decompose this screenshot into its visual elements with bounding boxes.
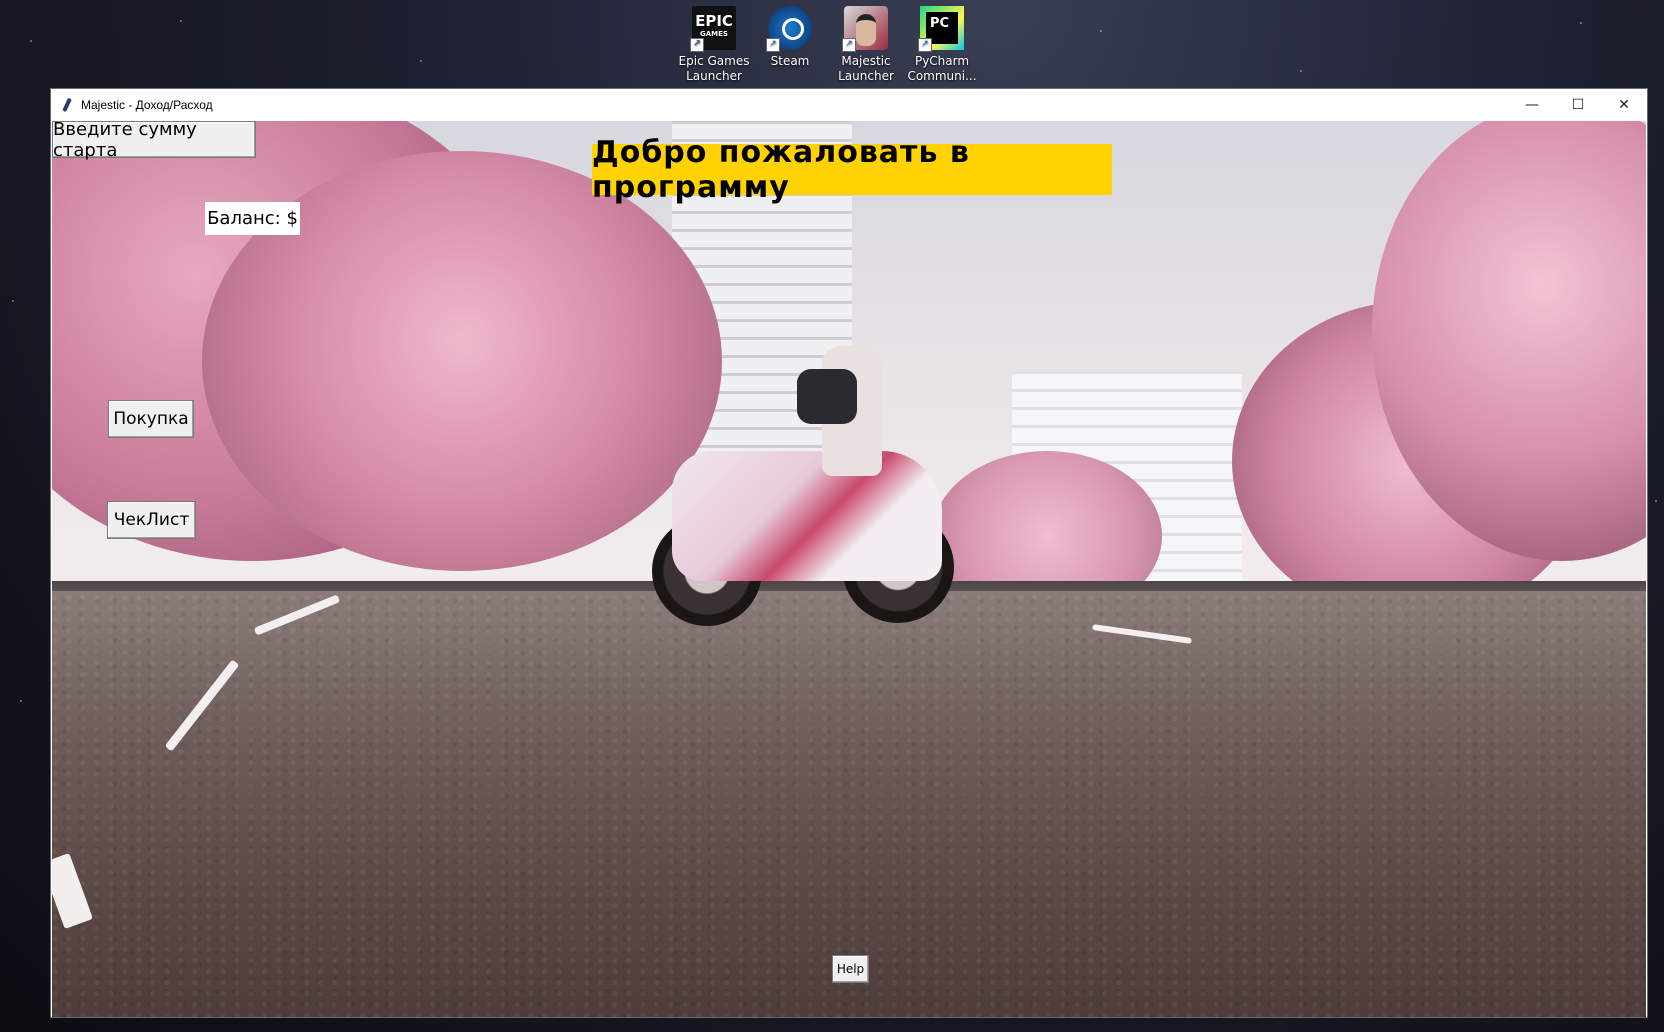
desktop-icon-pycharm[interactable]: PC ↗ PyCharm Communi...	[905, 6, 979, 84]
start-sum-button[interactable]: Введите сумму старта	[52, 121, 256, 161]
steam-icon: ↗	[766, 6, 812, 52]
desktop-icon-label: Communi...	[907, 69, 977, 83]
desktop-icon-label: Launcher	[686, 69, 742, 83]
checklist-button[interactable]: ЧекЛист	[107, 501, 196, 539]
window-title: Majestic - Доход/Расход	[81, 98, 213, 112]
desktop-icon-label: PyCharm	[914, 54, 970, 68]
scene-road	[52, 591, 1646, 1017]
maximize-button[interactable]: ☐	[1555, 89, 1601, 121]
shortcut-arrow-icon: ↗	[766, 38, 780, 52]
desktop-icon-steam[interactable]: ↗ Steam	[753, 6, 827, 69]
feather-icon	[61, 98, 73, 112]
desktop-icon-label: Launcher	[838, 69, 894, 83]
shortcut-arrow-icon: ↗	[918, 38, 932, 52]
desktop-icon-epic-games[interactable]: EPIC GAMES ↗ Epic Games Launcher	[677, 6, 751, 84]
majestic-launcher-icon: ↗	[842, 6, 888, 52]
epic-games-icon: EPIC GAMES ↗	[690, 6, 736, 52]
window-controls: — ☐ ✕	[1509, 89, 1647, 121]
scene-backpack	[797, 369, 857, 424]
desktop-icon-label: Epic Games	[678, 54, 750, 68]
desktop-icon-label: Majestic	[841, 54, 891, 68]
app-background-scene: Введите сумму старта Добро пожаловать в …	[52, 121, 1646, 1017]
shortcut-arrow-icon: ↗	[842, 38, 856, 52]
desktop-icon-label: Steam	[770, 54, 810, 68]
app-window: Majestic - Доход/Расход — ☐ ✕ Введите су…	[50, 88, 1648, 1018]
shortcut-arrow-icon: ↗	[690, 38, 704, 52]
purchase-button[interactable]: Покупка	[108, 400, 194, 438]
close-button[interactable]: ✕	[1601, 89, 1647, 121]
balance-label: Баланс: $	[205, 202, 300, 235]
pycharm-icon: PC ↗	[918, 6, 964, 52]
help-button[interactable]: Help	[832, 955, 869, 983]
minimize-button[interactable]: —	[1509, 89, 1555, 121]
scene-motorcycle	[672, 451, 942, 581]
window-titlebar[interactable]: Majestic - Доход/Расход — ☐ ✕	[51, 89, 1647, 121]
welcome-label: Добро пожаловать в программу	[592, 135, 1112, 205]
desktop-icon-majestic-launcher[interactable]: ↗ Majestic Launcher	[829, 6, 903, 84]
